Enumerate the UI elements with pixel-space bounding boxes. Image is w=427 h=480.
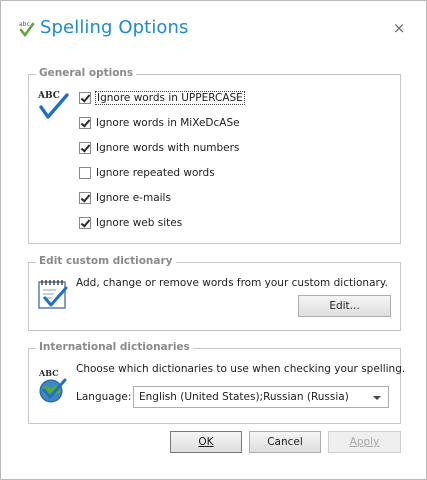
custom-dictionary-description: Add, change or remove words from your cu… bbox=[76, 277, 388, 289]
checkbox[interactable] bbox=[79, 92, 91, 104]
international-dictionaries-description: Choose which dictionaries to use when ch… bbox=[76, 363, 406, 375]
language-select[interactable]: English (United States);Russian (Russia) bbox=[133, 386, 389, 408]
international-dictionaries-legend: International dictionaries bbox=[36, 341, 193, 353]
apply-button-label: Apply bbox=[349, 436, 380, 448]
spelling-options-dialog: abc Spelling Options × General options A… bbox=[0, 0, 427, 480]
checkbox[interactable] bbox=[79, 142, 91, 154]
language-select-value: English (United States);Russian (Russia) bbox=[139, 391, 349, 403]
option-label: Ignore words in UPPERCASE bbox=[95, 91, 245, 105]
notepad-check-icon bbox=[36, 277, 70, 311]
option-label: Ignore e-mails bbox=[96, 192, 171, 204]
cancel-button[interactable]: Cancel bbox=[249, 431, 321, 453]
option-ignore-emails[interactable]: Ignore e-mails bbox=[79, 189, 171, 207]
option-ignore-websites[interactable]: Ignore web sites bbox=[79, 214, 182, 232]
checkbox[interactable] bbox=[79, 117, 91, 129]
svg-text:ABC: ABC bbox=[37, 91, 60, 101]
abc-globe-icon: ABC bbox=[36, 366, 70, 404]
option-label: Ignore repeated words bbox=[96, 167, 215, 179]
ok-button[interactable]: OK bbox=[170, 431, 242, 453]
general-options-group: General options ABC Ignore words in UPPE… bbox=[28, 67, 401, 244]
option-ignore-repeated[interactable]: Ignore repeated words bbox=[79, 164, 215, 182]
custom-dictionary-legend: Edit custom dictionary bbox=[36, 255, 176, 267]
chevron-down-icon[interactable] bbox=[373, 396, 381, 400]
dialog-title: Spelling Options bbox=[40, 17, 189, 38]
svg-text:abc: abc bbox=[19, 21, 30, 28]
general-options-legend: General options bbox=[36, 67, 137, 79]
option-label: Ignore words with numbers bbox=[96, 142, 240, 154]
abc-checkmark-icon: ABC bbox=[36, 87, 72, 121]
option-ignore-numbers[interactable]: Ignore words with numbers bbox=[79, 139, 239, 157]
edit-button[interactable]: Edit... bbox=[298, 295, 391, 317]
option-label: Ignore web sites bbox=[96, 217, 183, 229]
close-icon[interactable]: × bbox=[389, 18, 409, 38]
custom-dictionary-group: Edit custom dictionary Add, change or re… bbox=[28, 255, 401, 331]
international-dictionaries-group: International dictionaries ABC Choose wh… bbox=[28, 341, 405, 424]
option-ignore-mixedcase[interactable]: Ignore words in MiXeDcASe bbox=[79, 114, 240, 132]
option-label: Ignore words in MiXeDcASe bbox=[96, 117, 240, 129]
ok-button-label: OK bbox=[198, 436, 214, 448]
language-label: Language: bbox=[76, 391, 132, 403]
svg-text:ABC: ABC bbox=[38, 368, 58, 378]
option-ignore-uppercase[interactable]: Ignore words in UPPERCASE bbox=[79, 89, 245, 107]
checkbox[interactable] bbox=[79, 217, 91, 229]
app-abc-check-icon: abc bbox=[18, 18, 36, 38]
checkbox[interactable] bbox=[79, 192, 91, 204]
apply-button[interactable]: Apply bbox=[328, 431, 401, 453]
checkbox[interactable] bbox=[79, 167, 91, 179]
